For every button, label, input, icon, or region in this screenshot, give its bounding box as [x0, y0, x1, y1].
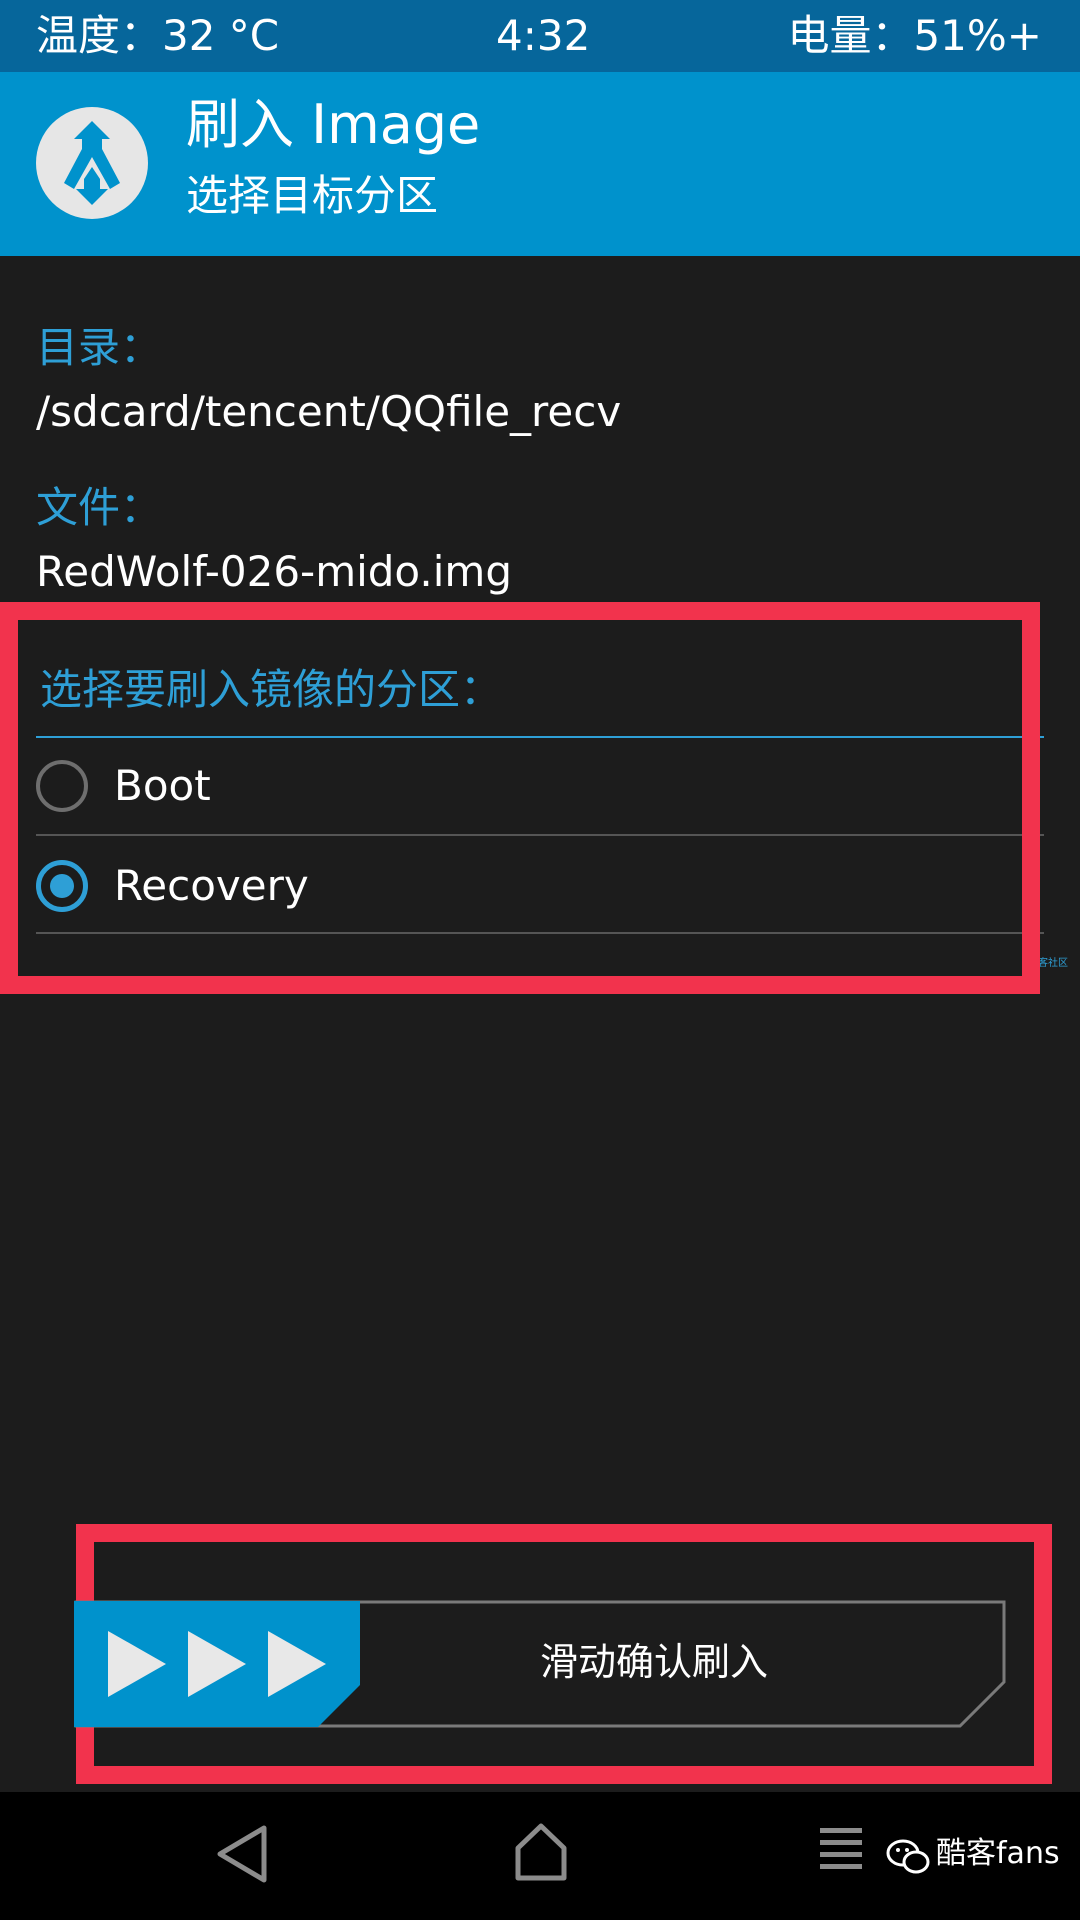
page-title: 刷入 Image [186, 93, 481, 156]
twrp-logo-icon [36, 107, 148, 219]
file-label: 文件： [36, 483, 163, 532]
clock: 4:32 [496, 11, 591, 60]
page-subtitle: 选择目标分区 [186, 171, 439, 220]
watermark-text: 酷客fans [936, 1836, 1060, 1871]
page-header [0, 72, 1080, 256]
temperature-readout: 温度：32 °C [36, 11, 280, 60]
highlight-frame-partitions [0, 602, 1040, 994]
triple-play-arrow-icon[interactable] [74, 1601, 360, 1727]
directory-label: 目录： [36, 323, 163, 372]
battery-readout: 电量：51%+ [787, 11, 1042, 60]
directory-value: /sdcard/tencent/QQfile_recv [36, 387, 622, 436]
menu-lines-icon[interactable] [818, 1822, 864, 1874]
slider-label: 滑动确认刷入 [539, 1640, 768, 1684]
home-icon[interactable] [514, 1822, 568, 1882]
file-value: RedWolf-026-mido.img [36, 547, 512, 596]
wechat-icon [886, 1839, 930, 1874]
back-triangle-icon[interactable] [214, 1822, 270, 1886]
